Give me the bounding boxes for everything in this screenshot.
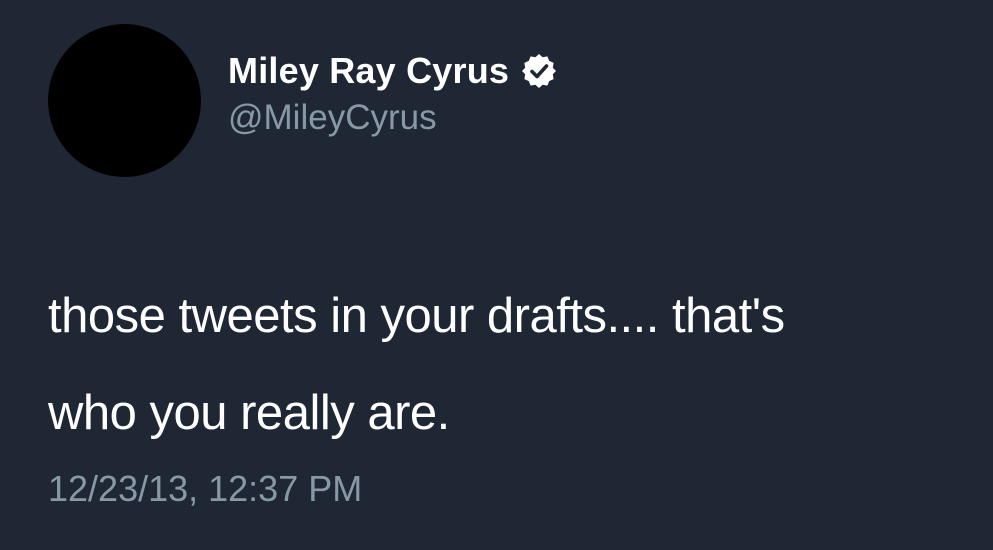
user-handle[interactable]: @MileyCyrus [228,98,558,138]
tweet-text-line-2: who you really are. [48,386,450,440]
tweet-text-line-1: those tweets in your drafts.... that's [48,289,785,343]
verified-badge-icon [520,52,558,90]
display-name[interactable]: Miley Ray Cyrus [228,50,509,92]
avatar[interactable] [48,24,201,177]
tweet-text: those tweets in your drafts.... that's w… [48,268,983,462]
name-row: Miley Ray Cyrus [228,48,558,94]
tweet-timestamp[interactable]: 12/23/13, 12:37 PM [48,468,362,510]
tweet-header: Miley Ray Cyrus @MileyCyrus [228,48,558,138]
tweet-card: Miley Ray Cyrus @MileyCyrus those tweets… [0,0,993,550]
